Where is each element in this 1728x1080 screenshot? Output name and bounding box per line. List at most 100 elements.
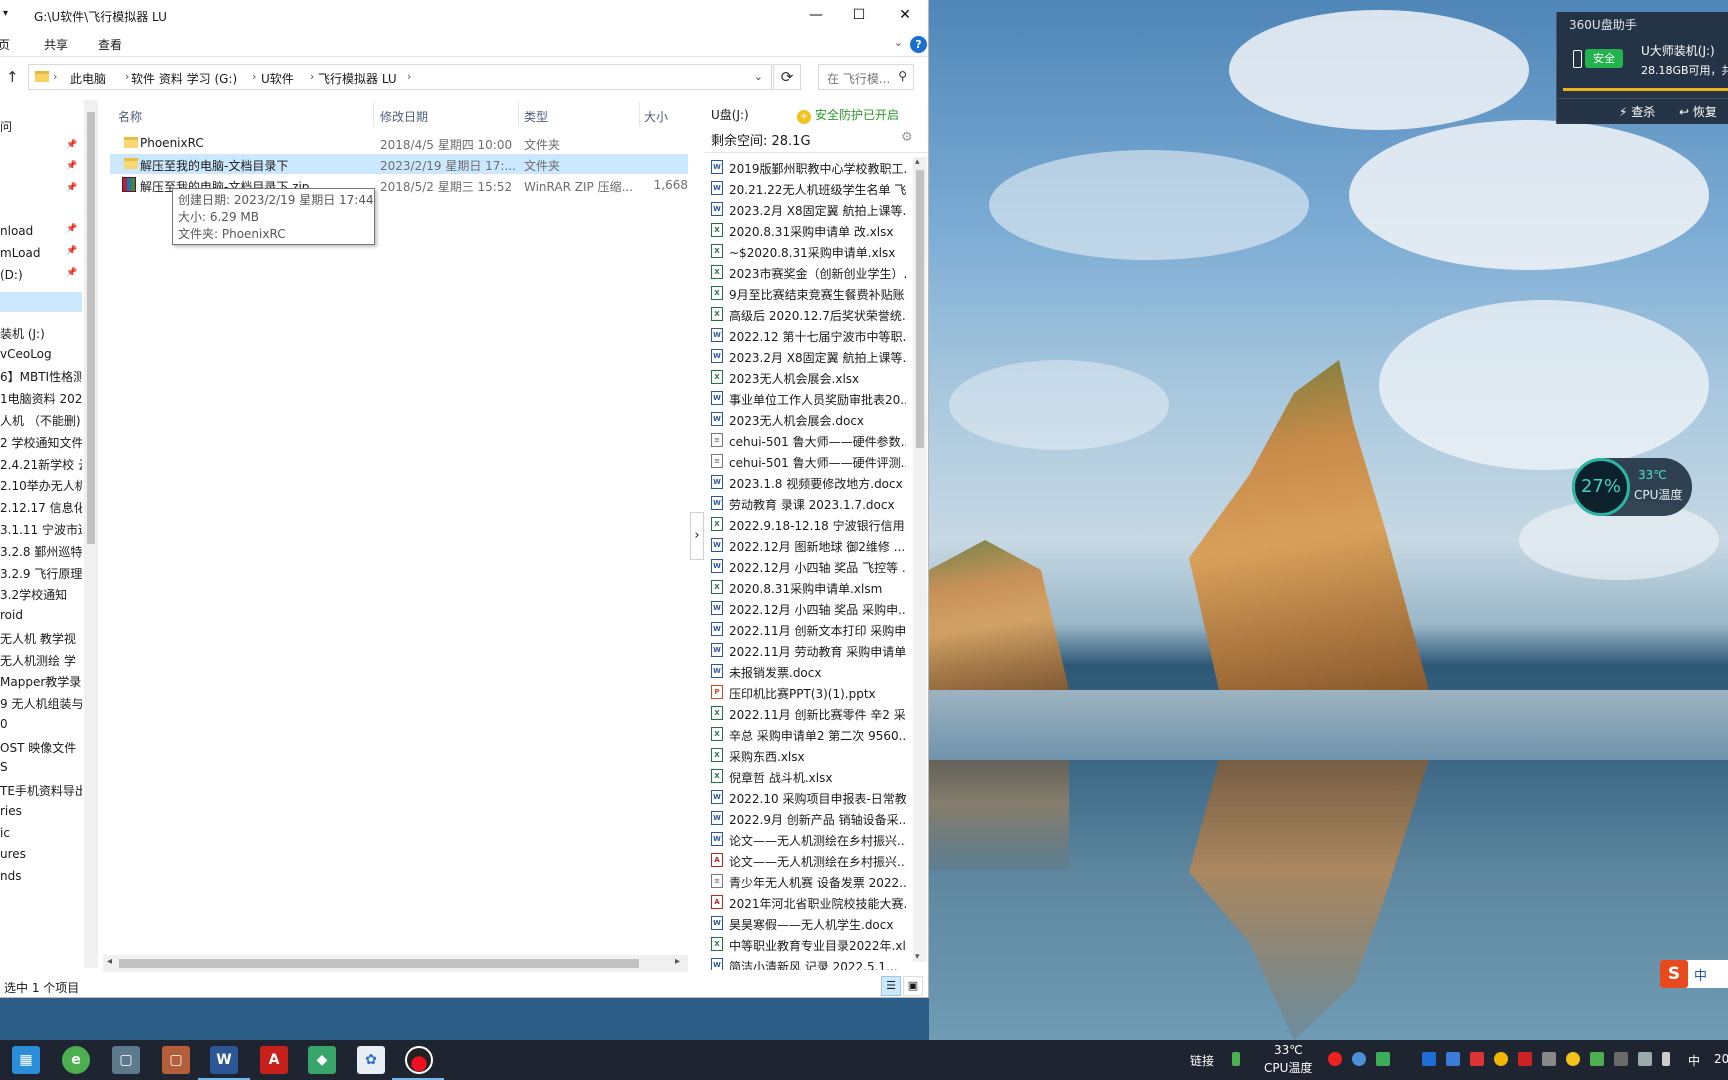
refresh-button[interactable]: ⟳ — [773, 64, 801, 90]
nav-item[interactable]: 3.2学校通知 — [0, 584, 82, 604]
u-disk-file-item[interactable]: W 2023.2月 X8固定翼 航拍上课等... — [711, 346, 906, 367]
nav-item[interactable]: 📌 — [0, 181, 82, 201]
nav-scrollbar-thumb[interactable] — [87, 112, 95, 544]
nav-item[interactable]: 2.10举办无人机 — [0, 475, 82, 495]
network-icon[interactable] — [1614, 1052, 1628, 1066]
u-disk-file-item[interactable]: W 2022.11月 创新文本打印 采购申... — [711, 619, 906, 640]
nav-item[interactable]: roid — [0, 606, 82, 626]
chrome-tray-icon[interactable] — [1494, 1052, 1508, 1066]
nav-item[interactable]: 0 — [0, 715, 82, 735]
close-button[interactable]: ✕ — [882, 0, 928, 30]
u-disk-file-item[interactable]: W 2022.12月 小四轴 奖品 采购申... — [711, 598, 906, 619]
u-disk-file-item[interactable]: W 2022.12月 图新地球 御2维修 ... — [711, 535, 906, 556]
nav-item[interactable]: 📌 — [0, 159, 82, 179]
nav-item[interactable]: 2.12.17 信息化 — [0, 497, 82, 517]
u-disk-file-item[interactable]: X 9月至比赛结束竞赛生餐费补贴账... — [711, 283, 906, 304]
nav-item[interactable]: mLoad 📌 — [0, 244, 82, 264]
tab-home[interactable]: 主页 — [0, 36, 10, 53]
u-disk-file-item[interactable]: W 2022.12 第十七届宁波市中等职... — [711, 325, 906, 346]
app-tray-icon[interactable] — [1518, 1052, 1532, 1066]
app-tray-icon[interactable] — [1446, 1052, 1460, 1066]
minimize-button[interactable]: — — [793, 0, 839, 30]
pin-icon[interactable]: 📌 — [66, 268, 77, 278]
scroll-up-icon[interactable]: ▴ — [915, 157, 920, 167]
app-tray-icon[interactable] — [1566, 1052, 1580, 1066]
u-disk-file-item[interactable]: X ~$2020.8.31采购申请单.xlsx — [711, 241, 906, 262]
large-icons-view-icon[interactable]: ▣ — [903, 976, 923, 996]
u-disk-file-item[interactable]: X 2020.8.31采购申请单 改.xlsx — [711, 220, 906, 241]
app-tray-icon[interactable] — [1542, 1052, 1556, 1066]
expand-ribbon-icon[interactable]: ⌄ — [894, 36, 903, 49]
input-language[interactable]: 中 — [1688, 1052, 1700, 1069]
pin-icon[interactable]: 📌 — [66, 224, 77, 234]
column-size[interactable]: 大小 — [644, 108, 668, 125]
horizontal-scrollbar[interactable]: ◂ ▸ — [103, 955, 688, 972]
nav-item[interactable]: 3.2.8 鄞州巡特教 — [0, 541, 82, 561]
scroll-right-icon[interactable]: ▸ — [675, 956, 680, 967]
u-disk-file-item[interactable]: X 2023市赛奖金（创新创业学生）... — [711, 262, 906, 283]
scroll-left-icon[interactable]: ◂ — [107, 956, 112, 967]
ime-mode[interactable]: 中 — [1694, 965, 1707, 984]
chevron-right-icon[interactable]: › — [252, 70, 256, 83]
nav-item[interactable]: Mapper教学录 — [0, 671, 82, 691]
nav-item[interactable]: OST 映像文件 — [0, 737, 82, 757]
u-disk-file-item[interactable]: W 未报销发票.docx — [711, 661, 906, 682]
search-input[interactable]: 在 飞行模... ⚲ — [818, 64, 914, 90]
tab-share[interactable]: 共享 — [44, 36, 68, 53]
u-disk-file-item[interactable]: ≡ 青少年无人机赛 设备发票 2022.... — [711, 871, 906, 892]
nav-item[interactable]: 3.2.9 飞行原理 7 — [0, 563, 82, 583]
column-name[interactable]: 名称 — [118, 108, 142, 125]
title-bar[interactable]: ▾ G:\U软件\飞行模拟器 LU — ☐ ✕ — [0, 0, 928, 30]
breadcrumb-drive-g[interactable]: 软件 资料 学习 (G:) — [131, 70, 237, 87]
battery-icon[interactable] — [1232, 1052, 1240, 1066]
u-disk-file-item[interactable]: X 中等职业教育专业目录2022年.xlsx — [711, 934, 906, 955]
file-row[interactable]: PhoenixRC 2018/4/5 星期四 10:00 文件夹 — [110, 133, 688, 153]
pin-icon[interactable]: 📌 — [66, 161, 77, 171]
u-disk-file-item[interactable]: X 2023无人机会展会.xlsx — [711, 367, 906, 388]
nav-item[interactable]: 3.1.11 宁波市巡 — [0, 519, 82, 539]
u-disk-file-item[interactable]: A 2021年河北省职业院校技能大赛... — [711, 892, 906, 913]
app-window-icon[interactable]: ▢ — [112, 1046, 140, 1074]
up-arrow-icon[interactable]: ↑ — [6, 68, 19, 86]
breadcrumb-flight-sim[interactable]: 飞行模拟器 LU — [318, 70, 397, 87]
tray-link[interactable]: 链接 — [1190, 1052, 1214, 1069]
u-disk-file-item[interactable]: X 2022.11月 创新比赛零件 辛2 采... — [711, 703, 906, 724]
maximize-button[interactable]: ☐ — [836, 0, 882, 30]
u-disk-file-item[interactable]: W 论文——无人机测绘在乡村振兴... — [711, 829, 906, 850]
u-disk-file-item[interactable]: W 2023.2月 X8固定翼 航拍上课等... — [711, 199, 906, 220]
protection-status[interactable]: + 安全防护已开启 — [797, 106, 899, 124]
u-disk-file-item[interactable]: A 论文——无人机测绘在乡村振兴... — [711, 850, 906, 871]
nav-item[interactable]: S — [0, 758, 82, 778]
microphone-icon[interactable] — [1662, 1052, 1670, 1066]
u-disk-file-item[interactable]: X 倪章哲 战斗机.xlsx — [711, 766, 906, 787]
chevron-right-icon[interactable]: › — [125, 70, 129, 83]
u-disk-file-item[interactable]: W 简洁小清新风 记录 2022.5.1... — [711, 955, 906, 970]
restore-button[interactable]: ↩ 恢复 — [1679, 103, 1717, 120]
u-disk-file-item[interactable]: W 2019版鄞州职教中心学校教职工... — [711, 157, 906, 178]
preview-toggle-chevron-icon[interactable]: › — [690, 512, 704, 560]
map-tray-icon[interactable] — [1376, 1052, 1390, 1066]
chevron-right-icon[interactable]: › — [310, 70, 314, 83]
quick-access-caret-icon[interactable]: ▾ — [3, 8, 8, 19]
u-disk-file-item[interactable]: ≡ cehui-501 鲁大师——硬件参数... — [711, 430, 906, 451]
nav-item[interactable]: (D:) 📌 — [0, 266, 82, 286]
nav-item[interactable]: ures — [0, 845, 82, 865]
nav-item[interactable]: 9 无人机组装与 — [0, 693, 82, 713]
nav-item[interactable]: 6】MBTI性格测 — [0, 366, 82, 386]
cloud-sync-icon[interactable]: ✿ — [357, 1046, 385, 1074]
column-date[interactable]: 修改日期 — [380, 108, 428, 125]
u-disk-file-item[interactable]: W 2022.10 采购项目申报表-日常教... — [711, 787, 906, 808]
gear-icon[interactable]: ⚙ — [901, 130, 917, 146]
nav-item[interactable]: 2.4.21新学校 云 — [0, 454, 82, 474]
nav-item[interactable]: ic — [0, 824, 82, 844]
u-disk-file-item[interactable]: W 事业单位工作人员奖励审批表20... — [711, 388, 906, 409]
u-disk-file-item[interactable]: W 2023无人机会展会.docx — [711, 409, 906, 430]
scan-button[interactable]: ⚡ 查杀 — [1619, 103, 1655, 120]
nav-item[interactable]: 问 — [0, 116, 82, 136]
nav-item[interactable]: 1电脑资料 202 — [0, 388, 82, 408]
file-row[interactable]: 解压至我的电脑-文档目录下 2023/2/19 星期日 17:... 文件夹 — [110, 154, 688, 174]
nav-item[interactable]: vCeoLog — [0, 345, 82, 365]
map-app-icon[interactable]: ◆ — [308, 1046, 336, 1074]
u-disk-file-item[interactable]: X 2020.8.31采购申请单.xlsm — [711, 577, 906, 598]
nav-item[interactable]: 2 学校通知文件 — [0, 432, 82, 452]
